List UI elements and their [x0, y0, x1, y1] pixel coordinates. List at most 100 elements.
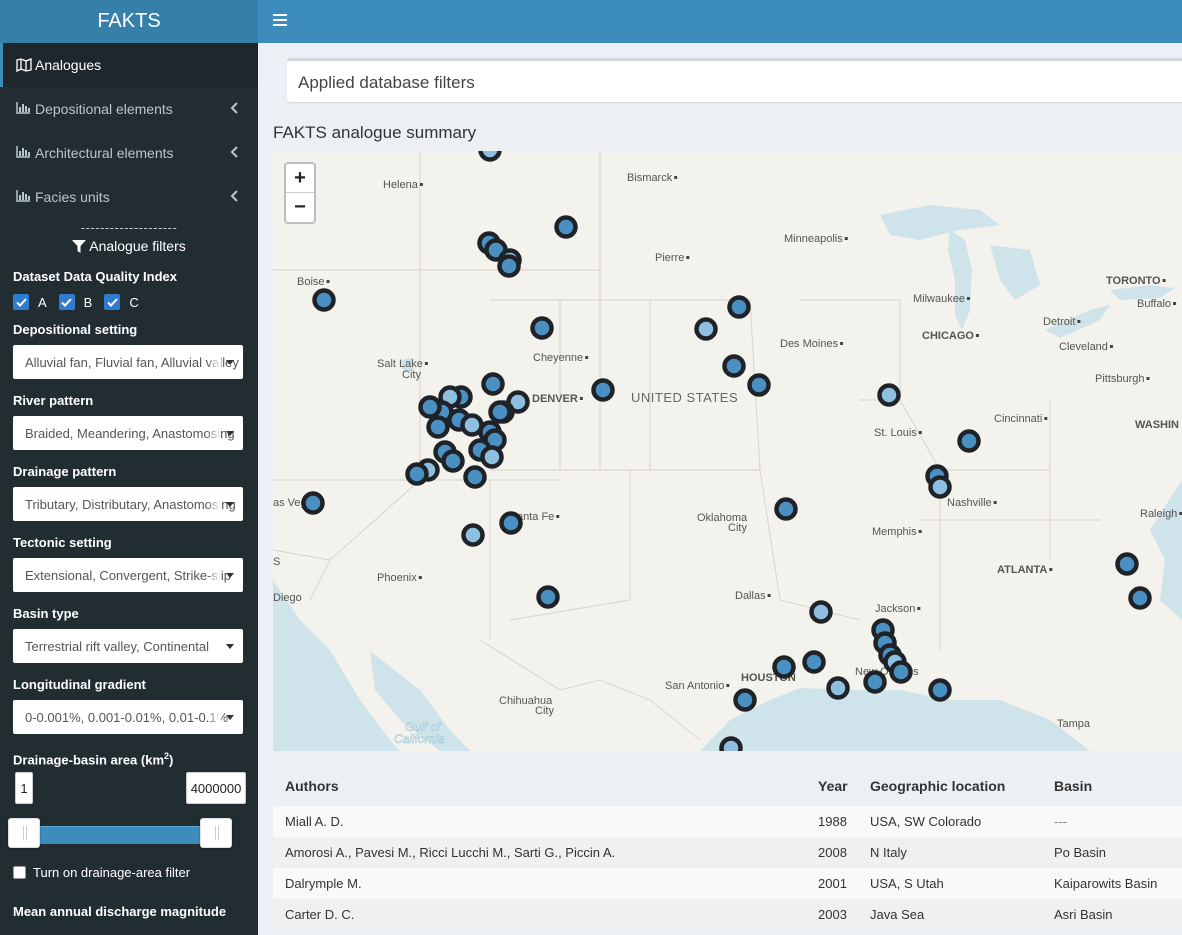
river-pattern-label: River pattern	[13, 393, 94, 408]
caret-down-icon	[226, 360, 234, 365]
map-canvas[interactable]: Helena Bismarck Minneapolis Pierre Boise TORO…	[273, 151, 1182, 751]
analogue-marker[interactable]	[733, 688, 757, 712]
table-row[interactable]: Miall A. D. 1988 USA, SW Colorado ---	[273, 806, 1182, 837]
city-dot	[686, 256, 690, 259]
map-label-desmoines: Des Moines	[780, 338, 839, 350]
analogue-marker[interactable]	[809, 600, 833, 624]
table-row[interactable]: Carter D. C. 2003 Java Sea Asri Basin	[273, 899, 1182, 930]
analogue-marker[interactable]	[488, 400, 512, 424]
mean-discharge-label: Mean annual discharge magnitude	[13, 904, 227, 919]
col-authors[interactable]: Authors	[285, 778, 830, 794]
analogue-marker[interactable]	[889, 660, 913, 684]
sidebar-item-analogues[interactable]: Analogues	[0, 43, 258, 87]
map-icon	[16, 58, 32, 72]
city-dot	[1077, 320, 1081, 323]
analogue-marker[interactable]	[747, 373, 771, 397]
analogue-marker[interactable]	[426, 415, 450, 439]
analogue-marker[interactable]	[301, 491, 325, 515]
drainage-area-slider: 1 4000000	[0, 766, 258, 856]
city-dot	[918, 530, 922, 533]
sidebar-item-depositional-elements[interactable]: Depositional elements	[0, 87, 258, 131]
applied-filters-box[interactable]: Applied database filters	[287, 58, 1182, 102]
app-title[interactable]: FAKTS	[0, 0, 258, 43]
sidebar-item-architectural-elements[interactable]: Architectural elements	[0, 131, 258, 175]
analogue-marker[interactable]	[727, 295, 751, 319]
dqi-label-c: C	[129, 294, 139, 310]
analogue-marker[interactable]	[694, 317, 718, 341]
analogue-marker[interactable]	[877, 383, 901, 407]
analogue-marker[interactable]	[418, 395, 442, 419]
map-label-chicago: CHICAGO	[922, 330, 974, 342]
table-row[interactable]: Amorosi A., Pavesi M., Ricci Lucchi M., …	[273, 837, 1182, 868]
map-label-buffalo: Buffalo	[1137, 298, 1171, 310]
analogue-marker[interactable]	[536, 585, 560, 609]
analogue-marker[interactable]	[1128, 586, 1152, 610]
dqi-checkbox-c[interactable]	[104, 294, 121, 310]
longitudinal-gradient-select[interactable]: 0-0.001%, 0.001-0.01%, 0.01-0.1%	[13, 700, 243, 734]
top-navbar	[258, 0, 1182, 43]
depositional-setting-select[interactable]: Alluvial fan, Fluvial fan, Alluvial vall…	[13, 345, 243, 379]
analogue-marker[interactable]	[405, 462, 429, 486]
map-label-jackson: Jackson	[875, 603, 915, 615]
city-dot	[556, 515, 560, 518]
chevron-left-icon	[230, 190, 238, 202]
analogue-marker[interactable]	[481, 372, 505, 396]
city-dot	[844, 237, 848, 240]
basin-type-select[interactable]: Terrestrial rift valley, Continental	[13, 629, 243, 663]
analogue-marker[interactable]	[802, 650, 826, 674]
chevron-left-icon	[230, 102, 238, 114]
analogue-marker[interactable]	[1115, 552, 1139, 576]
map-labels: Helena Bismarck Minneapolis Pierre Boise TORO…	[273, 172, 1182, 746]
river-pattern-select[interactable]: Braided, Meandering, Anastomosing	[13, 416, 243, 450]
analogue-map[interactable]: Helena Bismarck Minneapolis Pierre Boise TORO…	[273, 151, 1182, 751]
main-content: Applied database filters FAKTS analogue …	[258, 43, 1182, 935]
analogue-marker[interactable]	[928, 475, 952, 499]
table-row[interactable]: Dalrymple M. 2001 USA, S Utah Kaiparowit…	[273, 868, 1182, 899]
map-label-pittsburgh: Pittsburgh	[1095, 373, 1145, 385]
zoom-in-button[interactable]: +	[286, 164, 314, 193]
city-dot	[1049, 568, 1053, 571]
analogue-marker[interactable]	[499, 511, 523, 535]
analogue-marker[interactable]	[441, 449, 465, 473]
tectonic-setting-select[interactable]: Extensional, Convergent, Strike-slip	[13, 558, 243, 592]
analogue-marker[interactable]	[461, 523, 485, 547]
analogue-marker[interactable]	[530, 316, 554, 340]
dqi-checkbox-a[interactable]	[13, 294, 29, 310]
col-location[interactable]: Geographic location	[870, 778, 1054, 794]
map-label-gulf2: California	[394, 732, 445, 746]
analogue-marker[interactable]	[478, 151, 502, 162]
map-label-stlouis: St. Louis	[874, 427, 917, 439]
slider-max-handle[interactable]	[200, 818, 232, 848]
analogue-marker[interactable]	[480, 445, 504, 469]
map-label-nashville: Nashville	[947, 497, 992, 509]
analogue-marker[interactable]	[774, 497, 798, 521]
sidebar-item-facies-units[interactable]: Facies units	[0, 175, 258, 219]
analogue-marker[interactable]	[928, 678, 952, 702]
analogue-marker[interactable]	[863, 670, 887, 694]
analogue-marker[interactable]	[722, 354, 746, 378]
slider-track[interactable]	[22, 826, 216, 844]
drainage-pattern-select[interactable]: Tributary, Distributary, Anastomosing	[13, 487, 243, 521]
lake-huron	[990, 245, 1040, 300]
analogue-marker[interactable]	[957, 429, 981, 453]
analogue-marker[interactable]	[719, 736, 743, 752]
analogue-marker[interactable]	[591, 378, 615, 402]
analogue-marker[interactable]	[554, 215, 578, 239]
sidebar-item-label: Facies units	[35, 189, 110, 205]
analogue-marker[interactable]	[772, 655, 796, 679]
drainage-area-checkbox[interactable]	[13, 865, 26, 879]
analogue-marker[interactable]	[826, 676, 850, 700]
analogue-marker[interactable]	[463, 465, 487, 489]
drainage-area-toggle[interactable]: Turn on drainage-area filter	[0, 860, 258, 884]
dqi-checkbox-b[interactable]	[58, 294, 75, 310]
analogue-marker[interactable]	[312, 288, 336, 312]
map-label-bismarck: Bismarck	[627, 172, 673, 184]
analogue-marker[interactable]	[497, 254, 521, 278]
depositional-setting-label: Depositional setting	[13, 322, 138, 337]
slider-min-handle[interactable]	[8, 818, 40, 848]
menu-toggle-icon[interactable]	[273, 14, 287, 26]
zoom-out-button[interactable]: −	[286, 193, 314, 222]
map-label-sanantonio: San Antonio	[665, 680, 724, 692]
col-basin[interactable]: Basin	[1054, 778, 1174, 794]
map-label-atlanta: ATLANTA	[997, 564, 1047, 576]
